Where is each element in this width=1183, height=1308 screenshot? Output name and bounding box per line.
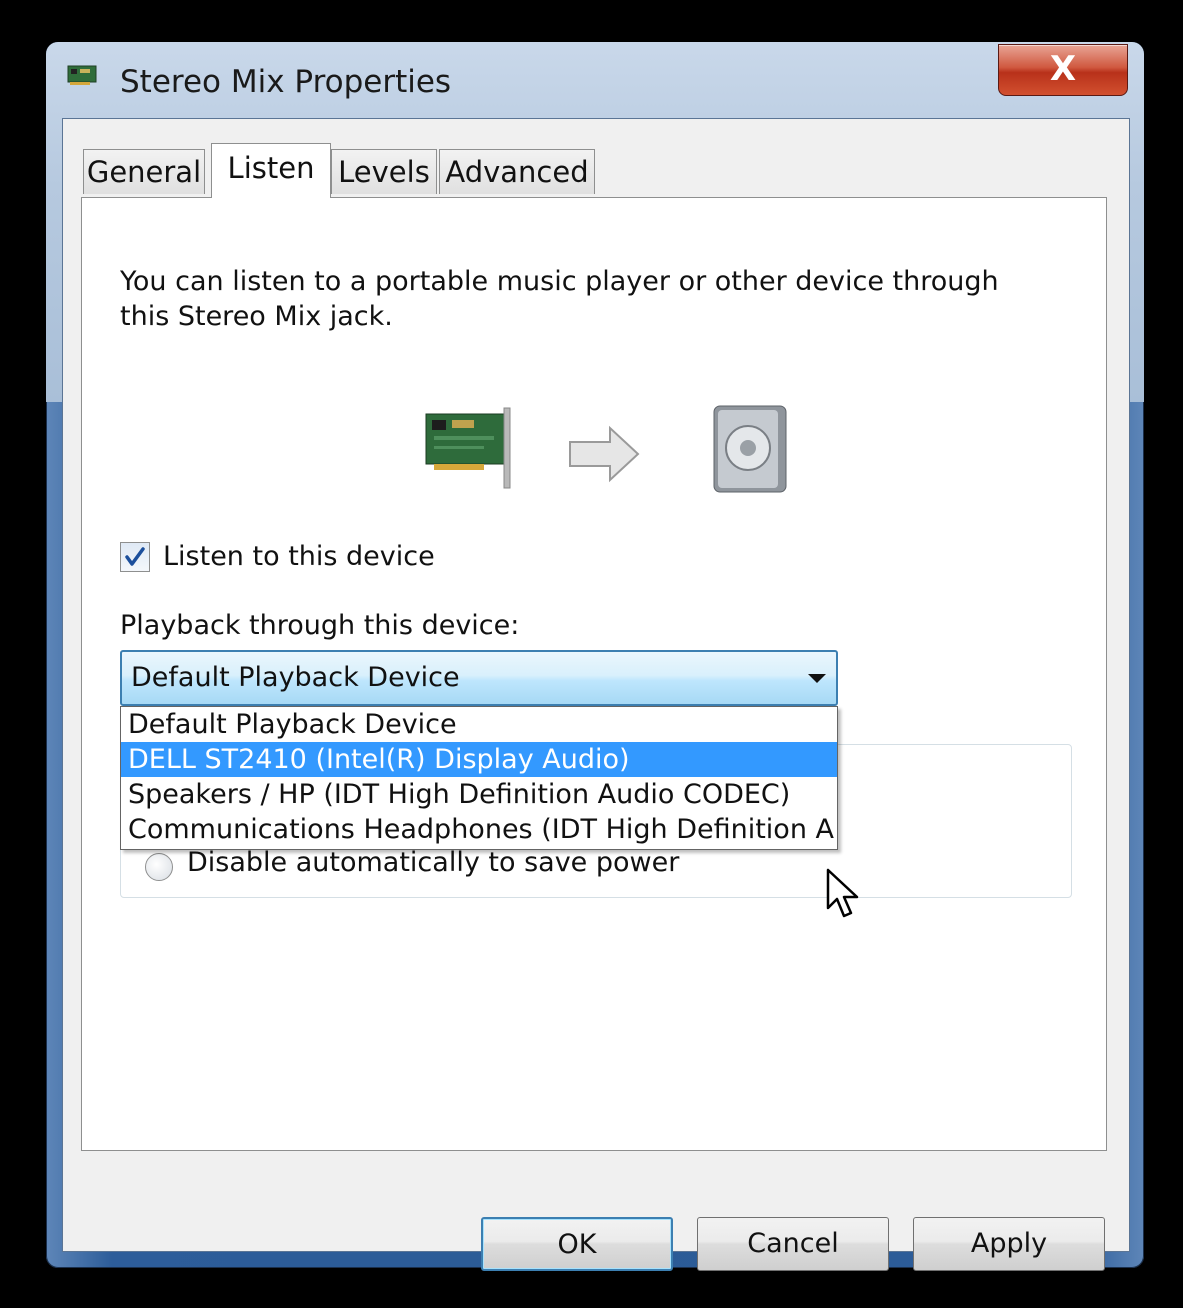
listen-checkbox-label[interactable]: Listen to this device [163, 541, 435, 572]
dialog-window: Stereo Mix Properties X General Listen L… [46, 42, 1144, 1271]
dropdown-option[interactable]: Default Playback Device [121, 707, 837, 742]
title-bar[interactable]: Stereo Mix Properties X [46, 42, 1144, 118]
ok-button[interactable]: OK [481, 1217, 673, 1271]
apply-label: Apply [970, 1228, 1048, 1259]
mouse-pointer-icon [826, 868, 859, 918]
chevron-down-icon[interactable] [808, 674, 826, 683]
speaker-icon [713, 405, 787, 493]
disable-power-radio[interactable] [145, 853, 173, 881]
window-title: Stereo Mix Properties [120, 64, 452, 100]
close-button[interactable]: X [998, 44, 1128, 96]
playback-device-combobox[interactable]: Default Playback Device [120, 650, 838, 706]
dialog-client: General Listen Levels Advanced You can l… [62, 118, 1130, 1271]
listen-tab-panel: You can listen to a portable music playe… [81, 197, 1107, 1151]
listen-checkbox[interactable] [120, 542, 150, 572]
tab-levels[interactable]: Levels [331, 149, 437, 194]
playback-label: Playback through this device: [120, 610, 520, 641]
dropdown-option[interactable]: Communications Headphones (IDT High Defi… [121, 812, 837, 847]
disable-power-label[interactable]: Disable automatically to save power [187, 847, 679, 878]
listen-illustration [425, 405, 787, 493]
listen-description: You can listen to a portable music playe… [120, 266, 999, 332]
combobox-value: Default Playback Device [131, 662, 460, 693]
checkmark-icon [125, 547, 145, 566]
sound-card-icon [425, 407, 511, 489]
playback-device-dropdown: Default Playback Device DELL ST2410 (Int… [120, 706, 838, 850]
tab-advanced[interactable]: Advanced [439, 149, 595, 194]
tab-listen[interactable]: Listen [211, 143, 331, 198]
arrow-right-icon [569, 425, 640, 483]
apply-button[interactable]: Apply [913, 1217, 1105, 1271]
cancel-button[interactable]: Cancel [697, 1217, 889, 1271]
dropdown-option-highlighted[interactable]: DELL ST2410 (Intel(R) Display Audio) [121, 742, 837, 777]
dropdown-option[interactable]: Speakers / HP (IDT High Definition Audio… [121, 777, 837, 812]
sound-card-icon [67, 65, 97, 85]
tab-general[interactable]: General [83, 149, 205, 194]
